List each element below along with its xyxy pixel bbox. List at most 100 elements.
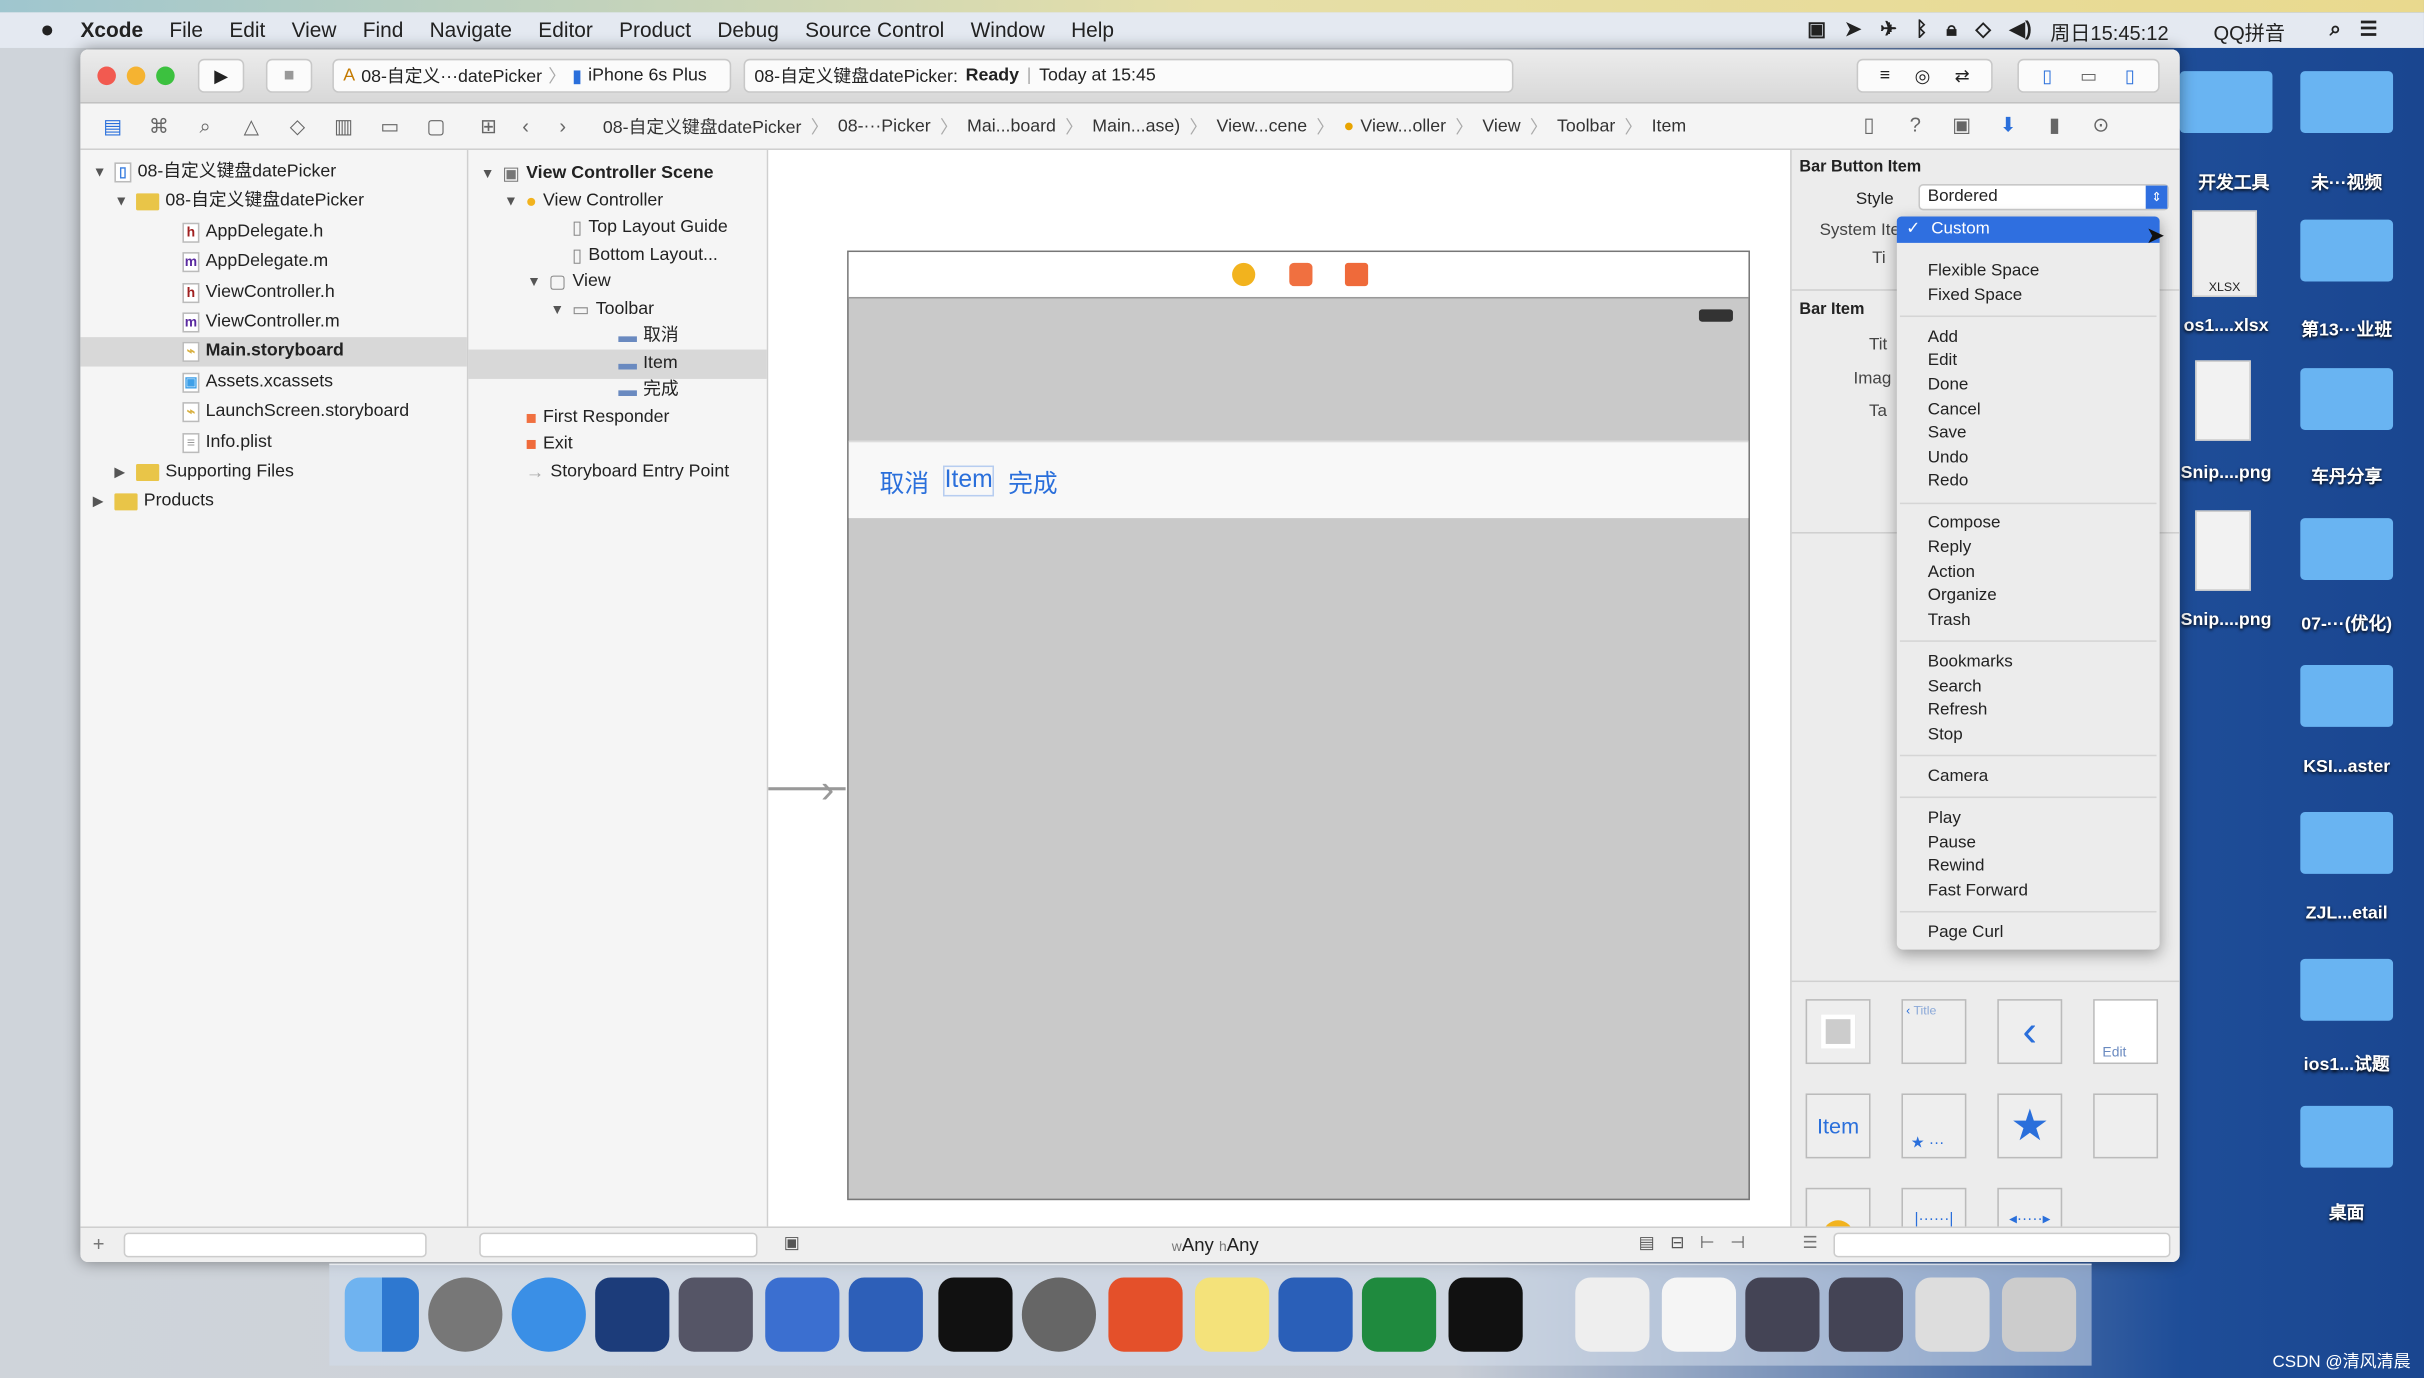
- document-stack-icon[interactable]: [1575, 1277, 1650, 1352]
- dropdown-option[interactable]: Reply: [1928, 537, 1971, 560]
- excel-icon[interactable]: [1361, 1277, 1437, 1352]
- terminal-icon[interactable]: [938, 1277, 1013, 1352]
- folder-icon[interactable]: [2179, 71, 2273, 134]
- airplane-icon[interactable]: ✈: [1880, 17, 1897, 46]
- menu-product[interactable]: Product: [619, 19, 691, 42]
- breadcrumb-item[interactable]: View: [1482, 118, 1520, 137]
- utilities-toggle-icon[interactable]: ▯: [2125, 65, 2135, 87]
- outline-filter-input[interactable]: [479, 1232, 758, 1258]
- document-stack-icon[interactable]: [1915, 1277, 1990, 1352]
- volume-icon[interactable]: ◀): [2010, 17, 2032, 46]
- view-controller-scene[interactable]: 取消 Item 完成: [847, 250, 1750, 1201]
- outline-toggle-icon[interactable]: ▣: [784, 1233, 800, 1253]
- menu-find[interactable]: Find: [363, 19, 404, 42]
- dropdown-option[interactable]: Fast Forward: [1928, 880, 2028, 903]
- screenshot-stack-icon[interactable]: [1828, 1277, 1904, 1352]
- dropdown-option[interactable]: Rewind: [1928, 855, 1985, 878]
- desktop-item-label[interactable]: 桌面: [2285, 1200, 2409, 1225]
- menu-view[interactable]: View: [292, 19, 337, 42]
- menu-edit[interactable]: Edit: [229, 19, 265, 42]
- dropdown-option[interactable]: Refresh: [1928, 699, 1988, 722]
- desktop-item-label[interactable]: os1....xlsx: [2164, 317, 2288, 336]
- toolbar[interactable]: 取消 Item 完成: [848, 440, 1749, 519]
- library-star-icon[interactable]: ★: [1997, 1093, 2063, 1159]
- folder-icon[interactable]: [2300, 665, 2394, 727]
- desktop-item-label[interactable]: Snip....png: [2164, 611, 2288, 630]
- zoom-button[interactable]: [156, 66, 175, 86]
- desktop-item-label[interactable]: Snip....png: [2164, 464, 2288, 483]
- list-view-icon[interactable]: ☰: [1803, 1233, 1818, 1253]
- menu-source-control[interactable]: Source Control: [805, 19, 944, 42]
- storyboard-canvas[interactable]: › 取消 Item 完成: [768, 150, 1791, 1227]
- navigator-item[interactable]: ≡ Info.plist: [80, 428, 466, 457]
- navigator-item[interactable]: m AppDelegate.m: [80, 248, 466, 277]
- back-icon[interactable]: ‹: [515, 114, 537, 137]
- navigator-item[interactable]: m ViewController.m: [80, 308, 466, 337]
- wifi-icon[interactable]: ◇: [1975, 17, 1990, 46]
- system-preferences-icon[interactable]: [1021, 1277, 1097, 1352]
- dropdown-option[interactable]: Page Curl: [1928, 921, 2004, 944]
- launchpad-icon[interactable]: [428, 1277, 503, 1352]
- exit-icon[interactable]: [1344, 262, 1369, 287]
- dropdown-option[interactable]: Stop: [1928, 723, 1963, 746]
- outline-item[interactable]: ■ Exit: [468, 430, 766, 459]
- navigator-item[interactable]: h ViewController.h: [80, 278, 466, 307]
- folder-icon[interactable]: [2300, 219, 2394, 282]
- outline-item[interactable]: ▼ ▭ Toolbar: [468, 295, 766, 324]
- disclosure-triangle-icon[interactable]: ▼: [481, 159, 496, 188]
- navigator-filter-input[interactable]: [123, 1232, 427, 1258]
- dropdown-option[interactable]: Flexible Space: [1928, 260, 2040, 283]
- breadcrumb-item[interactable]: Main...ase): [1092, 118, 1180, 137]
- desktop-item-label[interactable]: 07-···(优化): [2285, 611, 2409, 636]
- breadcrumb-item[interactable]: Toolbar: [1557, 118, 1615, 137]
- navigator-item[interactable]: ▶ Supporting Files: [80, 458, 466, 487]
- bluetooth-icon[interactable]: ᛒ: [1916, 17, 1928, 46]
- navigator-item[interactable]: ▣ Assets.xcassets: [80, 368, 466, 397]
- dropdown-option[interactable]: Add: [1928, 326, 1958, 349]
- folder-icon[interactable]: [2300, 958, 2394, 1021]
- dropdown-option[interactable]: Undo: [1928, 446, 1969, 469]
- library-tab-bar-icon[interactable]: ★ ···: [1901, 1093, 1967, 1159]
- disclosure-triangle-icon[interactable]: ▶: [114, 458, 129, 487]
- breadcrumb-item[interactable]: Item: [1652, 118, 1687, 137]
- document-stack-icon[interactable]: [1661, 1277, 1737, 1352]
- report-navigator-icon[interactable]: ▢: [425, 114, 447, 137]
- disclosure-triangle-icon[interactable]: ▼: [550, 295, 565, 324]
- clock[interactable]: 周日15:45:12: [2050, 17, 2168, 46]
- file-inspector-icon[interactable]: ▯: [1858, 114, 1880, 136]
- disclosure-triangle-icon[interactable]: ▶: [93, 488, 108, 517]
- exec-icon[interactable]: [1448, 1277, 1523, 1352]
- imovie-icon[interactable]: [678, 1277, 753, 1352]
- xlsx-file-icon[interactable]: XLSX: [2192, 210, 2258, 297]
- library-view-icon[interactable]: [1805, 999, 1871, 1065]
- dropdown-option[interactable]: Action: [1928, 561, 1975, 584]
- folder-icon[interactable]: [2300, 811, 2394, 874]
- stop-button[interactable]: ■: [265, 58, 313, 93]
- debug-navigator-icon[interactable]: ▥: [333, 114, 355, 137]
- library-filter-input[interactable]: [1833, 1232, 2171, 1258]
- folder-icon[interactable]: [2300, 518, 2394, 580]
- style-select[interactable]: Bordered ⇕: [1918, 184, 2169, 211]
- issue-navigator-icon[interactable]: △: [240, 114, 262, 137]
- breadcrumb-item[interactable]: View...cene: [1217, 118, 1308, 137]
- view-controller-icon[interactable]: [1232, 262, 1256, 287]
- dropdown-option[interactable]: Save: [1928, 422, 1967, 445]
- connections-inspector-icon[interactable]: ⊙: [2090, 114, 2112, 136]
- minimize-button[interactable]: [126, 66, 146, 86]
- library-search-bar-icon[interactable]: [2093, 1093, 2159, 1159]
- debug-toggle-icon[interactable]: ▭: [2080, 65, 2097, 87]
- forward-icon[interactable]: ›: [552, 114, 574, 137]
- standard-editor-icon[interactable]: ≡: [1880, 67, 1890, 86]
- test-navigator-icon[interactable]: ◇: [287, 114, 309, 137]
- dropdown-option[interactable]: Redo: [1928, 471, 1969, 494]
- menu-xcode[interactable]: Xcode: [80, 19, 143, 42]
- outline-item[interactable]: ▯ Bottom Layout...: [468, 240, 766, 269]
- dropdown-option[interactable]: Edit: [1928, 350, 1957, 373]
- menu-debug[interactable]: Debug: [717, 19, 779, 42]
- instruments-icon[interactable]: [848, 1277, 923, 1352]
- breadcrumb-item[interactable]: 08-自定义键盘datePicker: [603, 114, 802, 139]
- menu-editor[interactable]: Editor: [538, 19, 593, 42]
- menu-navigate[interactable]: Navigate: [430, 19, 512, 42]
- dropdown-option[interactable]: Fixed Space: [1928, 284, 2023, 307]
- outline-item[interactable]: ▬ Item: [468, 348, 767, 379]
